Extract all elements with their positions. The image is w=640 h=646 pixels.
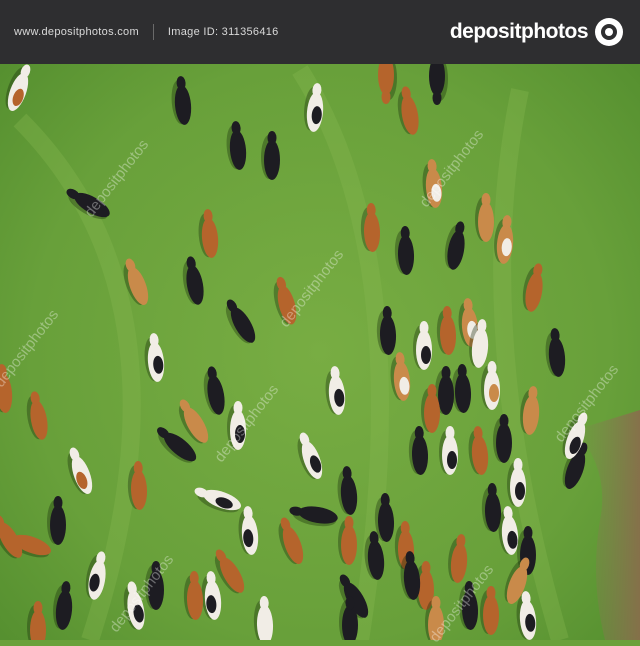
camera-aperture-icon xyxy=(595,18,623,46)
site-url[interactable]: www.depositphotos.com xyxy=(14,26,139,38)
brand-logo-group[interactable]: depositphotos xyxy=(450,0,624,64)
separator xyxy=(152,24,154,40)
image-id: Image ID: 311356416 xyxy=(167,26,279,38)
bar-meta: www.depositphotos.com Image ID: 31135641… xyxy=(14,0,279,64)
stock-header-bar: www.depositphotos.com Image ID: 31135641… xyxy=(0,0,640,64)
aerial-cattle-photo xyxy=(0,0,640,640)
brand-name: depositphotos xyxy=(449,20,589,43)
